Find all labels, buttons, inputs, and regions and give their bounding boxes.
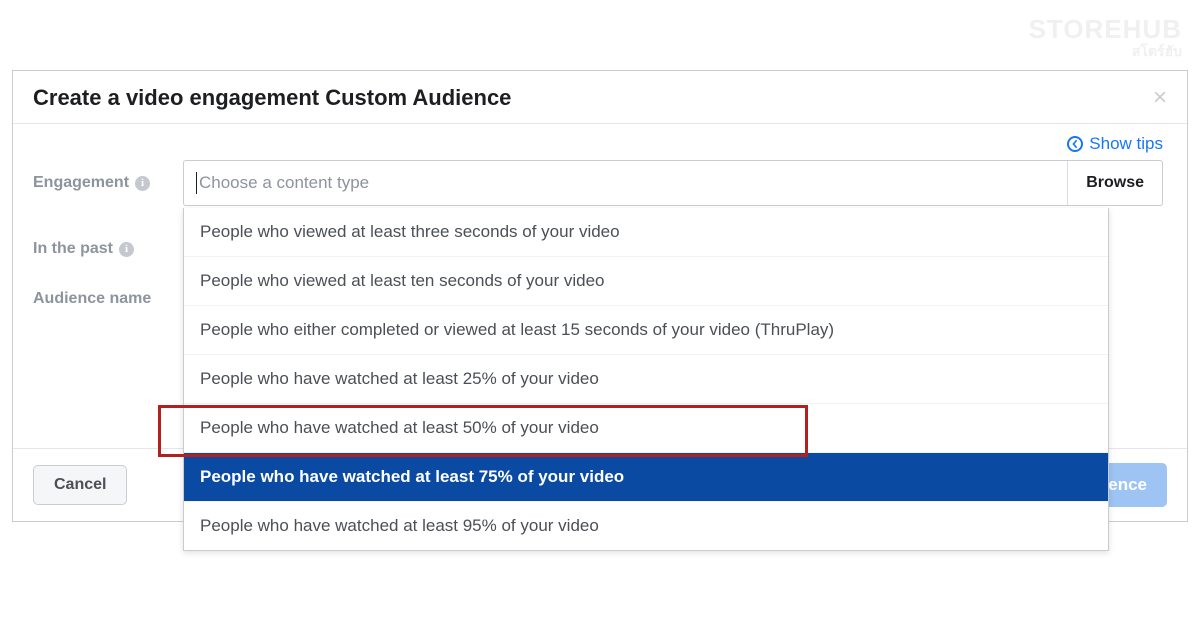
chevron-left-circle-icon (1067, 136, 1083, 152)
watermark-line-2: สโตร์ฮับ (1029, 44, 1182, 58)
row-engagement: Engagement Choose a content type Browse (23, 160, 1163, 206)
dropdown-option[interactable]: People who have watched at least 95% of … (184, 501, 1108, 550)
dropdown-option[interactable]: People who have watched at least 75% of … (184, 452, 1108, 501)
close-button[interactable]: × (1153, 86, 1167, 110)
engagement-content-type-combo[interactable]: Choose a content type Browse (183, 160, 1163, 206)
dropdown-option[interactable]: People who viewed at least ten seconds o… (184, 256, 1108, 305)
label-in-the-past: In the past (33, 240, 134, 258)
watermark-line-1: STOREHUB (1029, 14, 1182, 44)
dropdown-option[interactable]: People who either completed or viewed at… (184, 305, 1108, 354)
info-icon[interactable] (135, 176, 150, 191)
modal-title: Create a video engagement Custom Audienc… (33, 85, 511, 111)
text-cursor (196, 172, 197, 194)
custom-audience-modal: Create a video engagement Custom Audienc… (12, 70, 1188, 522)
dropdown-option[interactable]: People who have watched at least 50% of … (184, 403, 1108, 452)
label-audience-name: Audience name (33, 290, 151, 308)
combo-placeholder: Choose a content type (199, 173, 1067, 193)
dropdown-option[interactable]: People who have watched at least 25% of … (184, 354, 1108, 403)
info-icon[interactable] (119, 242, 134, 257)
browse-button[interactable]: Browse (1067, 161, 1162, 205)
show-tips-link[interactable]: Show tips (1067, 134, 1163, 154)
tips-row: Show tips (13, 124, 1187, 158)
label-engagement: Engagement (33, 174, 150, 192)
watermark: STOREHUB สโตร์ฮับ (1029, 16, 1182, 58)
show-tips-label: Show tips (1089, 134, 1163, 154)
engagement-dropdown[interactable]: People who viewed at least three seconds… (183, 208, 1109, 551)
dropdown-option[interactable]: People who viewed at least three seconds… (184, 208, 1108, 256)
modal-header: Create a video engagement Custom Audienc… (13, 71, 1187, 124)
modal-body: Engagement Choose a content type Browse … (13, 160, 1187, 308)
cancel-button[interactable]: Cancel (33, 465, 127, 505)
